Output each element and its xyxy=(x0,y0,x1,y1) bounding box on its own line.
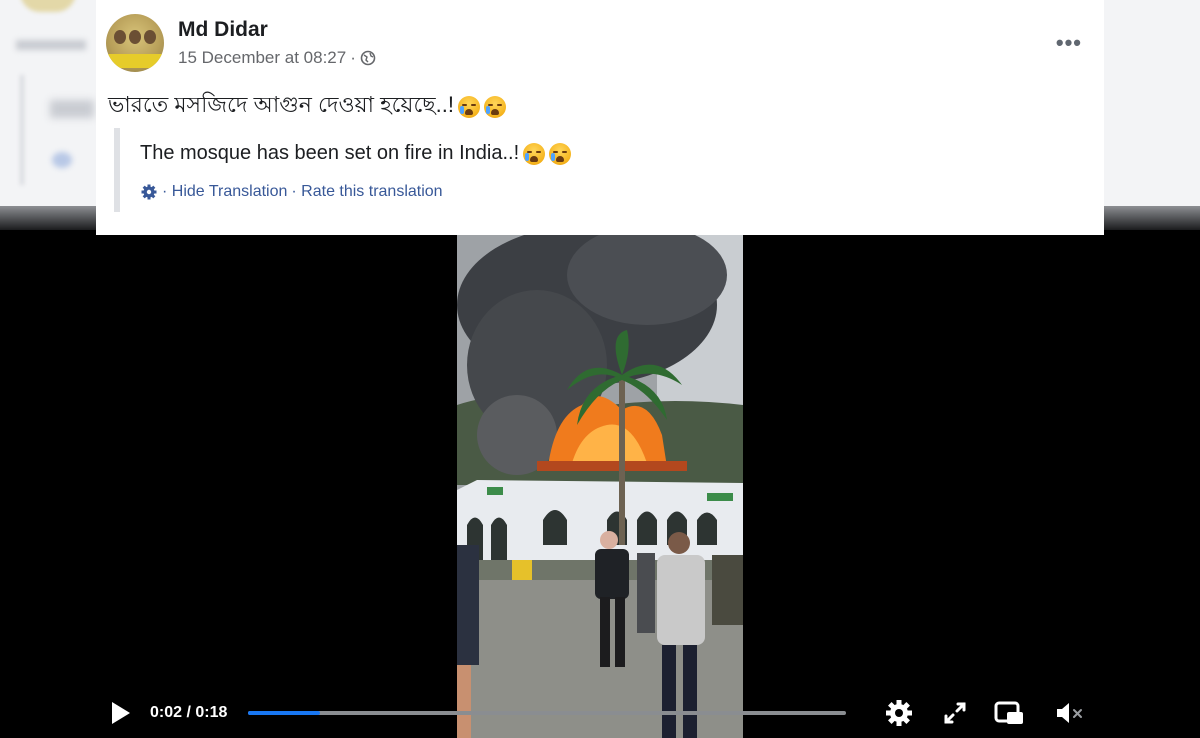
blurred-icon xyxy=(52,152,72,168)
post-body: ভারতে মসজিদে আগুন দেওয়া হয়েছে..! xyxy=(108,88,506,125)
translation-text: The mosque has been set on fire in India… xyxy=(140,142,520,164)
video-frame[interactable] xyxy=(457,235,743,738)
translation-links: · Hide Translation · Rate this translati… xyxy=(140,183,443,201)
post-timestamp[interactable]: 15 December at 08:27 xyxy=(178,48,346,68)
crying-emoji-icon xyxy=(549,142,572,165)
blurred-divider xyxy=(20,75,24,185)
author-name[interactable]: Md Didar xyxy=(178,18,268,42)
meta-separator: · xyxy=(350,48,356,67)
avatar-person xyxy=(114,30,126,44)
picture-in-picture-icon[interactable] xyxy=(994,698,1024,728)
video-still xyxy=(457,235,743,738)
crying-emoji-icon xyxy=(457,95,480,118)
blurred-text xyxy=(50,100,94,118)
fullscreen-icon[interactable] xyxy=(940,698,970,728)
play-icon[interactable] xyxy=(110,700,132,726)
crying-emoji-icon xyxy=(483,95,506,118)
translation-bar xyxy=(114,128,120,212)
rate-translation-link[interactable]: · Rate this translation xyxy=(291,183,442,201)
post-meta: 15 December at 08:27 · xyxy=(178,48,376,68)
mute-icon[interactable] xyxy=(1054,698,1084,728)
progress-fill xyxy=(248,711,320,715)
progress-bar[interactable] xyxy=(248,711,846,715)
blurred-avatar xyxy=(20,0,76,12)
settings-icon[interactable] xyxy=(884,698,914,728)
video-controls: 0:02 / 0:18 xyxy=(0,690,1200,738)
avatar[interactable] xyxy=(106,14,164,72)
post-card: Md Didar 15 December at 08:27 · ••• ভারত… xyxy=(96,0,1104,235)
more-options-icon[interactable]: ••• xyxy=(1056,30,1082,56)
blurred-text xyxy=(16,40,86,50)
avatar-person xyxy=(129,30,141,44)
hide-translation-link[interactable]: · Hide Translation xyxy=(162,183,287,201)
crying-emoji-icon xyxy=(523,142,546,165)
post-text: ভারতে মসজিদে আগুন দেওয়া হয়েছে..! xyxy=(108,92,454,117)
avatar-banner xyxy=(106,54,164,68)
gear-icon xyxy=(141,184,157,200)
globe-icon xyxy=(360,50,376,66)
avatar-person xyxy=(144,30,156,44)
translation-block: The mosque has been set on fire in India… xyxy=(140,142,572,165)
video-time: 0:02 / 0:18 xyxy=(150,704,228,721)
